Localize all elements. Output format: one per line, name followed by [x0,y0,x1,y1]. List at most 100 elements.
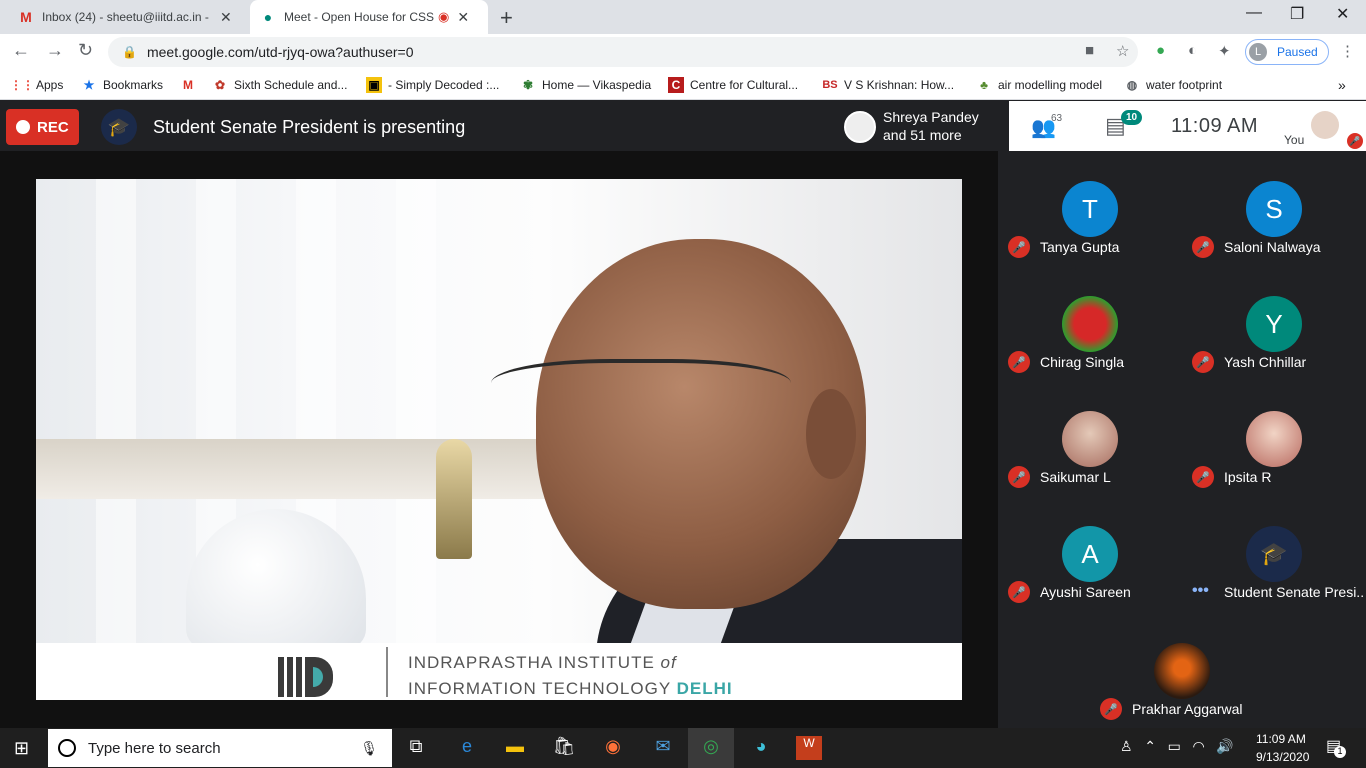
participant-tile[interactable]: T 🎤 Tanya Gupta [998,151,1182,266]
bookmark-vikaspedia[interactable]: ✾ Home — Vikaspedia [520,77,651,93]
back-icon[interactable]: ← [12,40,30,61]
profile-button[interactable]: L Paused [1245,39,1329,65]
recording-badge[interactable]: REC [6,109,79,145]
profile-status: Paused [1277,45,1318,59]
participant-name: Yash Chhillar [1224,354,1307,370]
chrome-icon[interactable]: ◎ [688,728,734,768]
forward-icon[interactable]: → [46,40,64,61]
file-explorer-icon[interactable]: ▬ [502,736,528,757]
mic-off-icon: 🎤 [1008,351,1030,373]
bookmark-apps[interactable]: ⋮⋮ Apps [10,77,64,93]
microphone-icon[interactable]: 🎙 [360,740,378,757]
menu-icon[interactable]: ⋮ [1340,42,1355,60]
star-icon: ★ [83,78,95,92]
edge-legacy-icon[interactable]: e [454,736,480,757]
bookmark-water-footprint[interactable]: ◍ water footprint [1124,77,1222,93]
new-tab-button[interactable]: + [500,5,513,31]
site-icon: ♣ [980,78,988,92]
bookmark-label: Apps [36,78,64,92]
browser-toolbar: ← → ↻ 🔒 meet.google.com/utd-rjyq-owa?aut… [0,34,1366,70]
avatar: T [1062,181,1118,237]
bookmark-vs-krishnan[interactable]: BS V S Krishnan: How... [822,77,954,93]
bookmark-label: Home — Vikaspedia [542,78,652,92]
restore-icon[interactable]: ❐ [1290,4,1304,24]
participant-tile[interactable]: 🎤 Ipsita R [1182,381,1366,496]
more-bookmarks-icon[interactable]: » [1338,77,1346,93]
participant-tile[interactable]: A 🎤 Ayushi Sareen [998,496,1182,611]
participant-name: Chirag Singla [1040,354,1125,370]
mic-off-icon: 🎤 [1100,698,1122,720]
tab-inbox[interactable]: M Inbox (24) - sheetu@iiitd.ac.in - I ✕ [18,0,248,34]
taskbar-search[interactable]: Type here to search 🎙 [48,729,392,767]
bookmark-centre-cultural[interactable]: C Centre for Cultural... [668,77,798,93]
participant-name: Saikumar L [1040,469,1111,485]
participant-tile[interactable]: 🎤 Prakhar Aggarwal [1090,613,1274,728]
puzzle-icon[interactable]: ✦ [1218,42,1231,60]
bookmark-sixth-schedule[interactable]: ✿ Sixth Schedule and... [212,77,347,93]
system-tray[interactable]: ♙ ⌃ ▭ ◠ 🔊 [1120,738,1234,755]
address-bar[interactable]: 🔒 meet.google.com/utd-rjyq-owa?authuser=… [108,37,1138,67]
bookmark-label: Bookmarks [103,78,164,92]
reload-icon[interactable]: ↻ [78,40,93,61]
participant-tile[interactable]: S 🎤 Saloni Nalwaya [1182,151,1366,266]
mic-off-icon: 🎤 [1008,581,1030,603]
close-window-icon[interactable]: ✕ [1336,4,1349,24]
tab-meet[interactable]: ● Meet - Open House for CSSS ◉ ✕ [250,0,488,34]
institute-banner: INDRAPRASTHA INSTITUTE of INFORMATION TE… [36,643,962,700]
avatar: A [1062,526,1118,582]
bookmark-simply-decoded[interactable]: ▣ - Simply Decoded :... [366,77,499,93]
bookmark-air-modelling[interactable]: ♣ air modelling model [976,77,1102,93]
task-view-icon[interactable]: ⧉ [403,736,429,757]
bs-icon: BS [822,79,838,91]
search-placeholder: Type here to search [88,739,221,757]
site-icon: ✿ [214,78,226,92]
meet-icon: ● [263,9,273,25]
iiitd-logo [278,657,336,697]
participant-tile[interactable]: Y 🎤 Yash Chhillar [1182,266,1366,381]
participant-name: Saloni Nalwaya [1224,239,1321,255]
grammarly-icon[interactable]: ● [1156,42,1165,59]
bookmark-label: V S Krishnan: How... [844,78,955,92]
participant-tile[interactable]: 🎤 Chirag Singla [998,266,1182,381]
gmail-icon: M [20,9,32,25]
close-tab-icon[interactable]: ✕ [220,9,232,26]
apps-grid-icon: ⋮⋮ [10,78,34,92]
self-avatar[interactable] [1311,111,1339,139]
presentation-video[interactable] [36,179,962,643]
viewer-summary[interactable]: Shreya Pandey and 51 more [837,101,1009,151]
avatar [844,111,876,143]
meeting-info-panel: Shreya Pandey and 51 more 👥 63 ▤ 10 11:0… [837,101,1366,151]
extension-icon[interactable]: ◐ [1188,42,1197,59]
bookmark-gmail[interactable]: M [180,77,202,93]
close-tab-icon[interactable]: ✕ [457,9,469,26]
bookmark-star-icon[interactable]: ☆ [1116,42,1129,60]
camera-icon[interactable]: ■ [1085,42,1094,59]
viewer-name: Shreya Pandey [883,109,979,125]
bookmark-label: - Simply Decoded :... [388,78,500,92]
bookmark-bookmarks[interactable]: ★ Bookmarks [81,77,163,93]
bookmark-label: air modelling model [998,78,1103,92]
graduation-cap-icon: 🎓 [1246,526,1302,582]
globe-icon: ◍ [1126,78,1138,92]
banner-line-2: INFORMATION TECHNOLOGY DELHI [408,679,733,698]
meeting-clock: 11:09 AM [1171,115,1259,137]
rec-label: REC [37,118,69,136]
store-icon[interactable]: 🛍 [551,736,577,757]
bookmark-label: Sixth Schedule and... [234,78,348,92]
windows-start-icon[interactable]: ⊞ [14,738,29,759]
participant-tile[interactable]: 🎤 Saikumar L [998,381,1182,496]
site-icon: C [668,77,684,93]
site-icon: ✾ [522,78,534,92]
minimize-icon[interactable]: — [1246,4,1262,22]
participant-tile[interactable]: 🎓 ••• Student Senate Presi... [1182,496,1366,611]
avatar [1154,643,1210,699]
participant-name: Tanya Gupta [1040,239,1120,255]
url-text: meet.google.com/utd-rjyq-owa?authuser=0 [146,44,414,60]
word-icon[interactable]: W [796,736,822,760]
edge-icon[interactable]: ◕ [748,736,774,757]
site-icon: ▣ [366,77,382,93]
mail-icon[interactable]: ✉ [650,736,676,757]
mic-off-icon: 🎤 [1008,236,1030,258]
firefox-icon[interactable]: ◉ [600,736,626,757]
notification-badge: 1 [1334,746,1346,758]
